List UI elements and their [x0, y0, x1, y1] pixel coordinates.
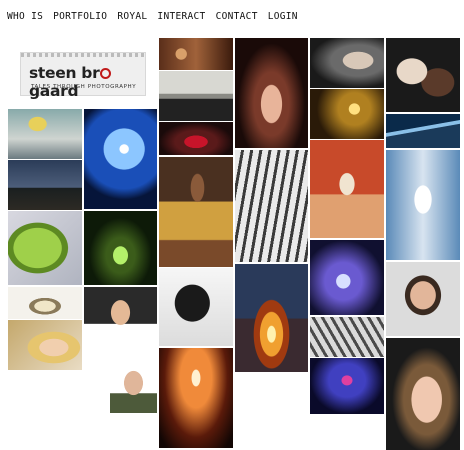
- logo-name: steen brgaard: [29, 64, 145, 100]
- main-nav: WHO IS PORTFOLIO ROYAL INTERACT CONTACT …: [7, 11, 308, 22]
- thumb-bonfire[interactable]: [235, 264, 308, 372]
- thumb-caterpillar[interactable]: [84, 211, 157, 285]
- nav-login[interactable]: LOGIN: [268, 11, 298, 22]
- thumb-bracelet[interactable]: [8, 287, 82, 319]
- logo-tagline: TALES THROUGH PHOTOGRAPHY: [31, 84, 137, 90]
- nav-royal[interactable]: ROYAL: [117, 11, 147, 22]
- site-logo[interactable]: steen brgaard TALES THROUGH PHOTOGRAPHY: [20, 52, 146, 100]
- thumb-hand-gesture[interactable]: [235, 38, 308, 148]
- thumb-young-man[interactable]: [386, 262, 460, 336]
- thumb-indian-woman[interactable]: [159, 157, 233, 267]
- thumb-old-woman[interactable]: [310, 38, 384, 88]
- thumb-smiling-woman[interactable]: [386, 338, 460, 450]
- thumb-red-lips[interactable]: [159, 122, 233, 155]
- thumb-blue-dancers[interactable]: [310, 358, 384, 414]
- thumb-night-field[interactable]: [8, 160, 82, 210]
- thumb-leaf-macro[interactable]: [8, 211, 82, 285]
- nav-who-is[interactable]: WHO IS: [7, 11, 43, 22]
- nav-contact[interactable]: CONTACT: [216, 11, 258, 22]
- logo-strip: [21, 53, 145, 57]
- thumb-smiling-man[interactable]: [84, 287, 157, 360]
- thumb-glass-curve[interactable]: [386, 114, 460, 148]
- thumb-fashion-model[interactable]: [386, 150, 460, 260]
- thumb-backlit-profile[interactable]: [84, 109, 157, 209]
- thumb-blonde-woman[interactable]: [8, 320, 82, 370]
- thumb-masked-figure[interactable]: [8, 109, 82, 159]
- thumb-candle-room[interactable]: [310, 89, 384, 139]
- thumb-men-in-hats[interactable]: [159, 71, 233, 121]
- nav-portfolio[interactable]: PORTFOLIO: [53, 11, 107, 22]
- thumb-beads-closeup[interactable]: [159, 38, 233, 70]
- thumb-dancing-crowd[interactable]: [159, 348, 233, 448]
- logo-ring-icon: [100, 68, 112, 79]
- thumb-bw-crowd[interactable]: [310, 317, 384, 357]
- thumb-bald-man[interactable]: [110, 363, 157, 413]
- nav-interact[interactable]: INTERACT: [157, 11, 205, 22]
- thumb-jellyfish-light[interactable]: [310, 240, 384, 315]
- thumb-palace-girl[interactable]: [310, 140, 384, 238]
- thumb-silhouette-hair[interactable]: [159, 268, 233, 346]
- thumb-couple-embrace[interactable]: [386, 38, 460, 112]
- thumb-dancers-bw[interactable]: [235, 150, 308, 262]
